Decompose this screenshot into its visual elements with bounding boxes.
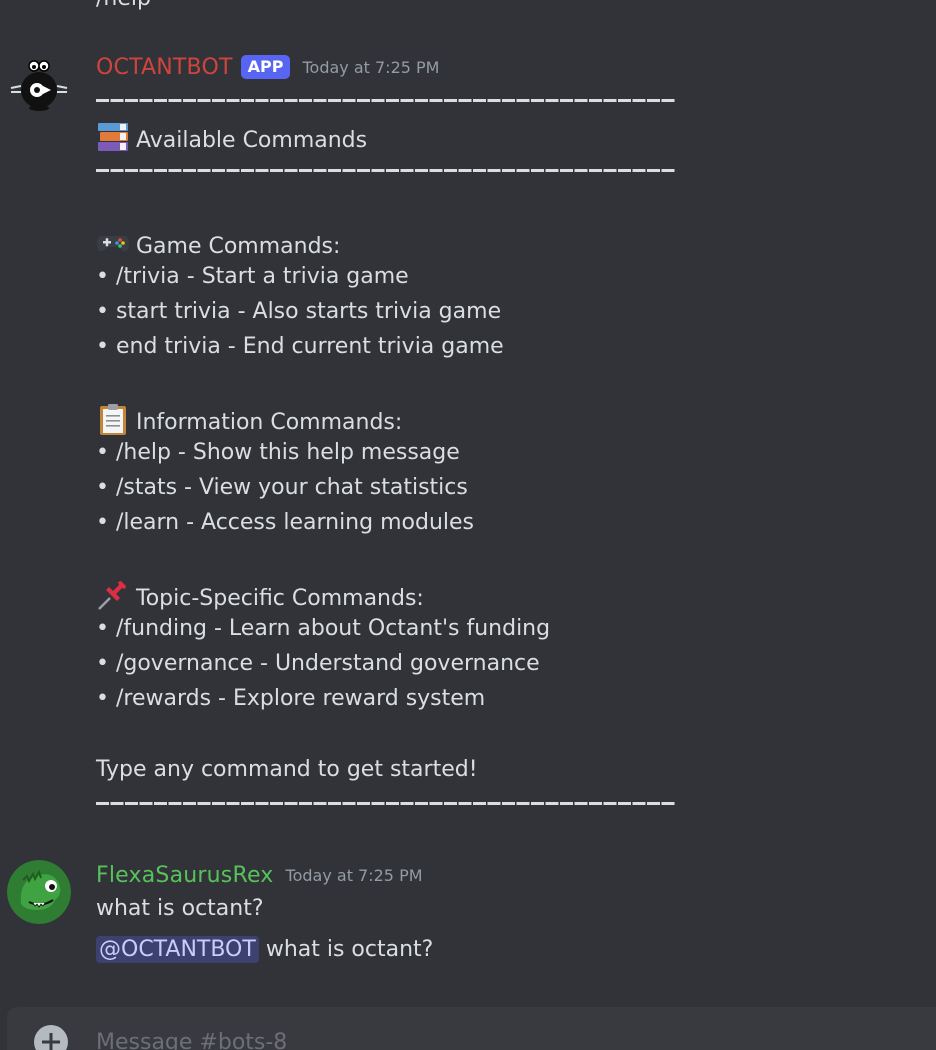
bot-bee-icon bbox=[7, 52, 71, 116]
books-emoji-icon bbox=[98, 123, 128, 151]
game-heading-line: Game Commands: bbox=[96, 227, 340, 262]
chat-panel: /help OCTANTBOT APP bbox=[0, 0, 936, 1050]
bot-author-name[interactable]: OCTANTBOT bbox=[96, 55, 233, 80]
commands-title-line: Available Commands bbox=[96, 121, 367, 156]
topic-heading-line: Topic-Specific Commands: bbox=[96, 579, 424, 614]
game-command-item: • end trivia - End current trivia game bbox=[96, 334, 504, 359]
game-command-item: • start trivia - Also starts trivia game bbox=[96, 299, 502, 324]
previous-message-text: /help bbox=[96, 0, 151, 14]
message-composer bbox=[7, 1007, 936, 1050]
game-heading: Game Commands: bbox=[136, 234, 341, 259]
clipboard-emoji-icon bbox=[100, 404, 126, 435]
plus-circle-icon bbox=[42, 1033, 60, 1050]
info-command-item: • /help - Show this help message bbox=[96, 440, 460, 465]
topic-command-item: • /funding - Learn about Octant's fundin… bbox=[96, 616, 551, 641]
user-timestamp[interactable]: Today at 7:25 PM bbox=[286, 866, 423, 885]
topic-command-item: • /governance - Understand governance bbox=[96, 651, 540, 676]
bot-timestamp[interactable]: Today at 7:25 PM bbox=[302, 58, 439, 77]
green-dinosaur-icon bbox=[7, 860, 71, 924]
topic-heading: Topic-Specific Commands: bbox=[136, 586, 424, 611]
separator-line bbox=[96, 802, 676, 805]
info-heading-line: Information Commands: bbox=[96, 403, 402, 438]
pushpin-emoji-icon bbox=[98, 581, 126, 610]
user-author-name[interactable]: FlexaSaurusRex bbox=[96, 863, 274, 888]
gamepad-emoji-icon bbox=[97, 236, 129, 252]
user-message-line: @OCTANTBOT what is octant? bbox=[96, 935, 433, 965]
bot-avatar[interactable] bbox=[7, 52, 71, 116]
user-avatar[interactable] bbox=[7, 860, 71, 924]
separator-line bbox=[96, 99, 676, 102]
topic-command-item: • /rewards - Explore reward system bbox=[96, 686, 486, 711]
app-badge: APP bbox=[240, 55, 291, 79]
bot-mention[interactable]: @OCTANTBOT bbox=[96, 936, 259, 963]
add-attachment-button[interactable] bbox=[34, 1025, 68, 1050]
separator-line bbox=[96, 169, 676, 172]
info-command-item: • /stats - View your chat statistics bbox=[96, 475, 468, 500]
info-heading: Information Commands: bbox=[136, 410, 403, 435]
bot-footer-text: Type any command to get started! bbox=[96, 757, 478, 782]
commands-title: Available Commands bbox=[136, 128, 368, 153]
game-command-item: • /trivia - Start a trivia game bbox=[96, 264, 409, 289]
info-command-item: • /learn - Access learning modules bbox=[96, 510, 474, 535]
user-message-text: what is octant? bbox=[258, 937, 434, 962]
user-message-line: what is octant? bbox=[96, 896, 264, 921]
message-input[interactable] bbox=[96, 1025, 916, 1050]
